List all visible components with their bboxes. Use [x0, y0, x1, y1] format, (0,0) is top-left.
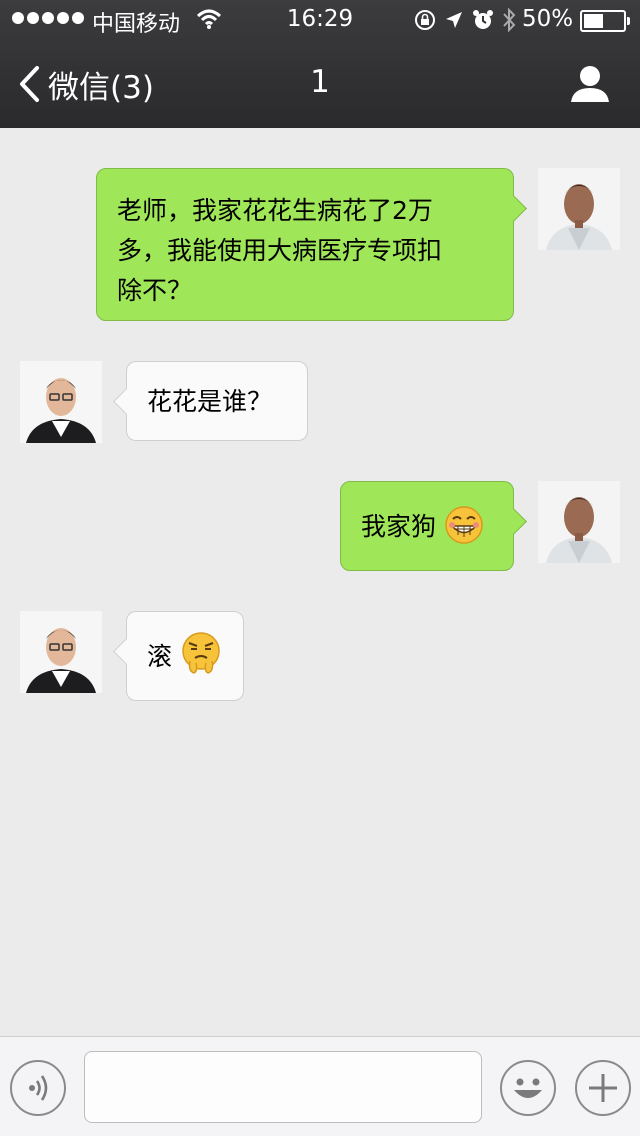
- message-text: 老师，我家花花生病花了2万 多，我能使用大病医疗专项扣 除不？: [117, 196, 443, 305]
- status-bar: 中国移动 16:29 50%: [0, 0, 640, 40]
- battery-icon: [580, 10, 630, 32]
- message-input[interactable]: [84, 1051, 482, 1123]
- message-bubble-incoming[interactable]: 滚: [126, 611, 244, 701]
- message-text: 花花是谁？: [147, 387, 273, 416]
- avatar-self[interactable]: [538, 481, 620, 563]
- bluetooth-icon: [503, 8, 516, 32]
- orientation-lock-icon: [415, 10, 435, 30]
- status-icons: [414, 8, 516, 32]
- alarm-icon: [473, 10, 493, 29]
- person-icon: [571, 66, 609, 102]
- angry-snort-emoji-icon: [182, 632, 220, 674]
- message-text: 滚: [147, 642, 173, 671]
- chat-info-button[interactable]: [568, 64, 612, 104]
- emoji-button[interactable]: [500, 1060, 556, 1116]
- message-bubble-outgoing[interactable]: 老师，我家花花生病花了2万 多，我能使用大病医疗专项扣 除不？: [96, 168, 514, 321]
- more-button[interactable]: [575, 1060, 631, 1116]
- grin-emoji-icon: [445, 506, 483, 544]
- battery-percent: 50%: [522, 6, 574, 32]
- avatar-self[interactable]: [538, 168, 620, 250]
- voice-button[interactable]: [10, 1060, 66, 1116]
- top-bar: 中国移动 16:29 50% 微信(3) 1: [0, 0, 640, 128]
- avatar-contact[interactable]: [20, 611, 102, 693]
- message-bubble-outgoing[interactable]: 我家狗: [340, 481, 514, 571]
- location-arrow-icon: [446, 12, 462, 28]
- chat-title: 1: [310, 64, 330, 100]
- voice-icon: [29, 1075, 48, 1101]
- avatar-contact[interactable]: [20, 361, 102, 443]
- input-bar: [0, 1036, 640, 1136]
- plus-icon: [589, 1074, 617, 1102]
- emoji-face-icon: [514, 1078, 542, 1098]
- message-bubble-incoming[interactable]: 花花是谁？: [126, 361, 308, 441]
- message-text: 我家狗: [361, 512, 437, 541]
